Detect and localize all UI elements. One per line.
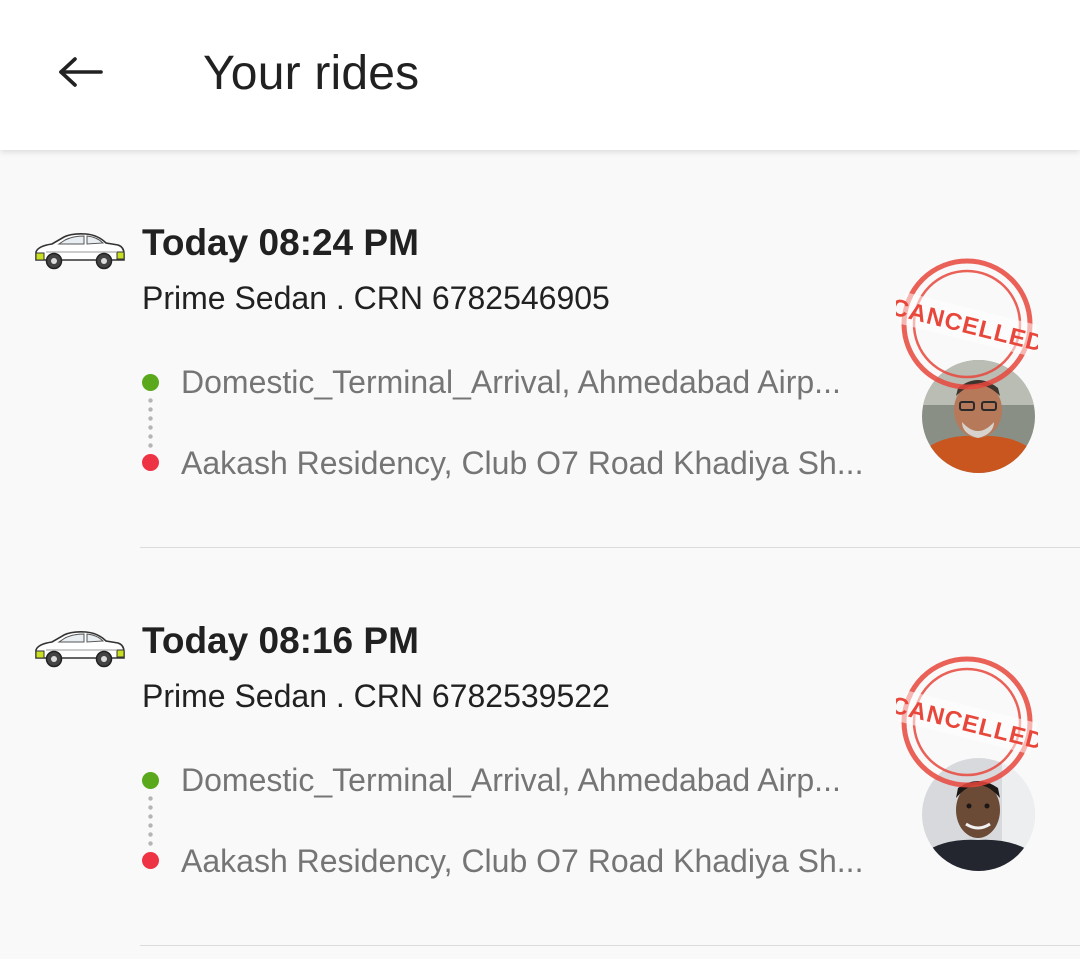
ride-vehicle-crn: Prime Sedan . CRN 6782539522 [142, 678, 610, 714]
driver-avatar [922, 758, 1035, 871]
arrow-left-icon [59, 57, 103, 87]
ride-vehicle-crn: Prime Sedan . CRN 6782546905 [142, 280, 610, 316]
stamp-label: CANCELLED [896, 294, 1038, 358]
ride-time: Today 08:16 PM [142, 620, 419, 661]
drop-address: Aakash Residency, Club O7 Road Khadiya S… [181, 843, 864, 879]
rides-list: Today 08:24 PM Prime Sedan . CRN 6782546… [0, 150, 1080, 959]
page-title: Your rides [203, 47, 420, 100]
pickup-dot-icon [142, 374, 159, 391]
back-button[interactable] [46, 40, 116, 104]
app-bar: Your rides [0, 0, 1080, 150]
route-connector [148, 396, 153, 450]
sedan-car-icon [32, 230, 126, 272]
drop-dot-icon [142, 454, 159, 471]
pickup-address: Domestic_Terminal_Arrival, Ahmedabad Air… [181, 364, 841, 400]
ride-card[interactable]: Today 08:16 PM Prime Sedan . CRN 6782539… [0, 548, 1080, 946]
route-connector [148, 794, 153, 848]
ride-card[interactable]: Today 08:24 PM Prime Sedan . CRN 6782546… [0, 150, 1080, 548]
drop-dot-icon [142, 852, 159, 869]
divider [140, 945, 1080, 946]
sedan-car-icon [32, 628, 126, 670]
stamp-label: CANCELLED [896, 692, 1038, 756]
driver-avatar [922, 360, 1035, 473]
pickup-address: Domestic_Terminal_Arrival, Ahmedabad Air… [181, 762, 841, 798]
ride-time: Today 08:24 PM [142, 222, 419, 263]
pickup-dot-icon [142, 772, 159, 789]
drop-address: Aakash Residency, Club O7 Road Khadiya S… [181, 445, 864, 481]
